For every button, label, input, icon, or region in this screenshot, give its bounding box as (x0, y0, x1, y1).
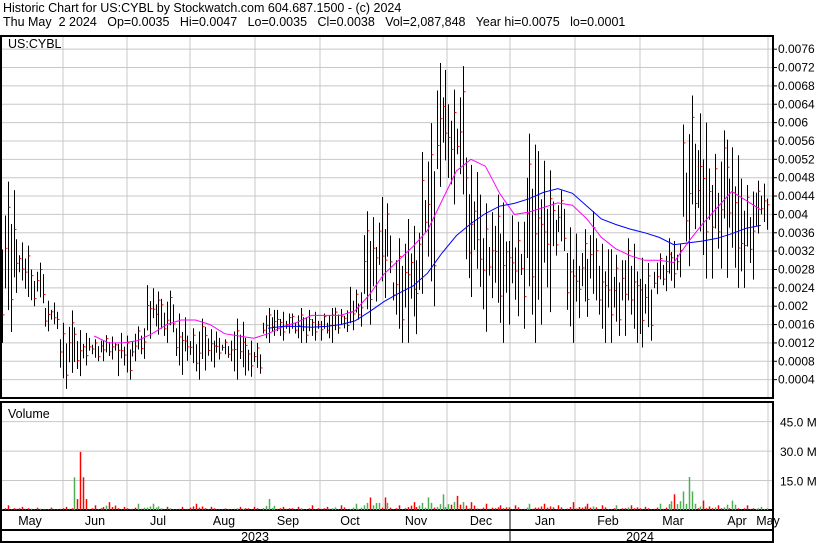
year-label: 2023 (241, 530, 269, 543)
price-tick-label: 0.006 (778, 116, 808, 130)
month-label: Feb (597, 514, 619, 528)
date-axis (0, 509, 774, 543)
month-label: Mar (662, 514, 684, 528)
month-label: May (18, 514, 42, 528)
price-tick-label: 0.0048 (778, 171, 815, 185)
price-tick-label: 0.0036 (778, 226, 815, 240)
price-tick-label: 0.0052 (778, 152, 815, 166)
month-label: Jul (150, 514, 166, 528)
chart-canvas: 0.0004 0.0008 0.0012 0.0016 0.002 0.0024 0.002… (0, 35, 817, 543)
month-label: Apr (727, 514, 746, 528)
year-label: 2024 (626, 530, 654, 543)
volume-tick-label: 15.0 M (780, 475, 817, 489)
price-tick-label: 0.0024 (778, 281, 815, 295)
month-label: Sep (277, 514, 299, 528)
price-tick-label: 0.0056 (778, 134, 815, 148)
volume-tick-label: 45.0 M (780, 416, 817, 430)
volume-tick-label: 30.0 M (780, 445, 817, 459)
price-tick-label: 0.002 (778, 299, 808, 313)
month-label: Jun (85, 514, 105, 528)
volume-label: Volume (8, 407, 50, 421)
price-tick-label: 0.0004 (778, 373, 815, 387)
price-tick-label: 0.0072 (778, 61, 815, 75)
price-tick-label: 0.0068 (778, 79, 815, 93)
volume-panel (0, 401, 774, 511)
month-label: Oct (340, 514, 360, 528)
month-label: May (756, 514, 780, 528)
price-tick-label: 0.0044 (778, 189, 815, 203)
month-label: Nov (405, 514, 428, 528)
price-tick-label: 0.0028 (778, 262, 815, 276)
price-tick-label: 0.0012 (778, 336, 815, 350)
price-tick-label: 0.0032 (778, 244, 815, 258)
price-tick-label: 0.0064 (778, 97, 815, 111)
symbol-label: US:CYBL (8, 37, 62, 51)
price-tick-label: 0.0076 (778, 42, 815, 56)
price-tick-label: 0.004 (778, 207, 808, 221)
month-label: Aug (213, 514, 235, 528)
price-tick-label: 0.0016 (778, 318, 815, 332)
price-tick-label: 0.0008 (778, 354, 815, 368)
month-label: Jan (535, 514, 555, 528)
month-label: Dec (470, 514, 492, 528)
stock-chart: Historic Chart for US:CYBL by Stockwatch… (0, 0, 830, 543)
